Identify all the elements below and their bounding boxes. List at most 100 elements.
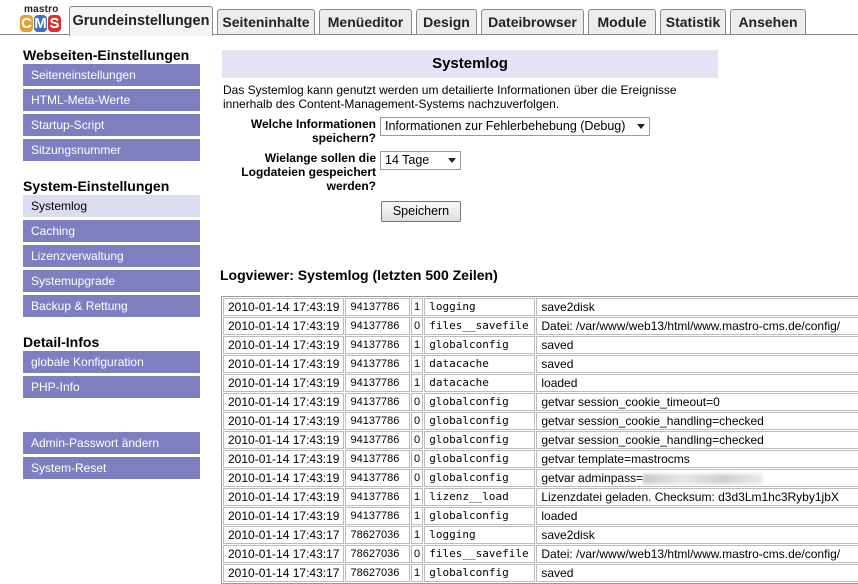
sidebar-item-systemlog[interactable]: Systemlog — [23, 195, 200, 217]
log-module: globalconfig — [424, 564, 536, 582]
log-pid: 78627036 — [345, 545, 410, 563]
log-module: files__savefile — [424, 545, 536, 563]
log-time: 2010-01-14 17:43:19 — [223, 431, 345, 449]
sidebar-item-system-reset[interactable]: System-Reset — [23, 457, 200, 479]
log-module: globalconfig — [424, 450, 536, 468]
sidebar-item-startup-script[interactable]: Startup-Script — [23, 114, 200, 136]
log-pid-text: 94137786 — [350, 491, 400, 503]
sidebar-item-backup-rettung[interactable]: Backup & Rettung — [23, 295, 200, 317]
log-time: 2010-01-14 17:43:19 — [223, 450, 345, 468]
log-message: save2disk — [536, 526, 858, 544]
mastro-cms-logo: mastro C M S — [20, 4, 68, 34]
chevron-down-icon — [637, 124, 645, 129]
log-time: 2010-01-14 17:43:19 — [223, 469, 345, 487]
log-level-text: 0 — [413, 472, 421, 484]
sidebar-item-html-meta-werte[interactable]: HTML-Meta-Werte — [23, 89, 200, 111]
log-message-text: saved — [541, 357, 574, 371]
log-time-text: 2010-01-14 17:43:19 — [228, 376, 340, 390]
log-level: 1 — [410, 526, 424, 544]
tab-module[interactable]: Module — [588, 9, 656, 34]
log-level-text: 0 — [413, 453, 421, 465]
sidebar-heading-webseiten: Webseiten-Einstellungen — [23, 47, 190, 63]
tab-design[interactable]: Design — [416, 9, 477, 34]
log-time: 2010-01-14 17:43:19 — [223, 336, 345, 354]
tab-dateibrowser[interactable]: Dateibrowser — [481, 9, 584, 34]
log-module-text: files__savefile — [429, 547, 529, 560]
sidebar-item-sitzungsnummer[interactable]: Sitzungsnummer — [23, 139, 200, 161]
info-level-select[interactable]: Informationen zur Fehlerbehebung (Debug) — [380, 117, 650, 136]
log-message-text: getvar template=mastrocms — [541, 452, 690, 466]
sidebar-item-admin-passwort[interactable]: Admin-Passwort ändern — [23, 432, 200, 454]
table-row: 2010-01-14 17:43:19 94137786 0 globalconfig… — [223, 393, 858, 411]
logo-letter-m: M — [34, 15, 47, 32]
log-time: 2010-01-14 17:43:19 — [223, 298, 345, 316]
table-row: 2010-01-14 17:43:19 94137786 0 files__savef… — [223, 317, 858, 335]
log-message: getvar adminpass= — [536, 469, 858, 487]
log-level-text: 1 — [413, 301, 421, 313]
page-title: Systemlog — [222, 50, 718, 78]
log-module-text: files__savefile — [429, 319, 529, 332]
log-pid: 94137786 — [345, 450, 410, 468]
table-row: 2010-01-14 17:43:19 94137786 0 globalconfig… — [223, 450, 858, 468]
log-level: 0 — [410, 393, 424, 411]
log-message: Datei: /var/www/web13/html/www.mastro-cm… — [536, 317, 858, 335]
log-time-text: 2010-01-14 17:43:19 — [228, 414, 340, 428]
log-level-text: 1 — [413, 529, 421, 541]
log-pid: 78627036 — [345, 564, 410, 582]
log-message: loaded — [536, 374, 858, 392]
table-row: 2010-01-14 17:43:19 94137786 0 globalconfig… — [223, 412, 858, 430]
log-pid-text: 94137786 — [350, 434, 400, 446]
log-pid-text: 78627036 — [350, 567, 400, 579]
log-message-text: getvar adminpass= — [541, 471, 644, 485]
log-time-text: 2010-01-14 17:43:19 — [228, 319, 340, 333]
sidebar-item-globale-konfiguration[interactable]: globale Konfiguration — [23, 351, 200, 373]
log-pid: 94137786 — [345, 355, 410, 373]
log-module-text: globalconfig — [429, 395, 509, 408]
log-pid-text: 94137786 — [350, 510, 400, 522]
log-time: 2010-01-14 17:43:19 — [223, 317, 345, 335]
table-row: 2010-01-14 17:43:17 78627036 0 files__savef… — [223, 545, 858, 563]
log-level: 1 — [410, 298, 424, 316]
log-level-text: 0 — [413, 434, 421, 446]
log-message: saved — [536, 355, 858, 373]
log-module: globalconfig — [424, 507, 536, 525]
sidebar-item-systemupgrade[interactable]: Systemupgrade — [23, 270, 200, 292]
log-time: 2010-01-14 17:43:19 — [223, 355, 345, 373]
retention-value: 14 Tage — [385, 153, 430, 167]
sidebar-heading-system: System-Einstellungen — [23, 178, 170, 194]
log-pid-text: 94137786 — [350, 453, 400, 465]
info-level-value: Informationen zur Fehlerbehebung (Debug) — [385, 119, 626, 133]
save-button[interactable]: Speichern — [381, 201, 461, 222]
log-level-text: 0 — [413, 396, 421, 408]
log-module: globalconfig — [424, 336, 536, 354]
chevron-down-icon — [448, 158, 456, 163]
tab-statistik[interactable]: Statistik — [660, 9, 726, 34]
log-level: 0 — [410, 450, 424, 468]
tab-menueditor[interactable]: Menüeditor — [319, 9, 412, 34]
log-level: 1 — [410, 355, 424, 373]
log-pid-text: 94137786 — [350, 320, 400, 332]
log-pid-text: 94137786 — [350, 377, 400, 389]
log-level-text: 0 — [413, 320, 421, 332]
log-message: getvar template=mastrocms — [536, 450, 858, 468]
log-module: files__savefile — [424, 317, 536, 335]
sidebar-item-php-info[interactable]: PHP-Info — [23, 376, 200, 398]
sidebar-item-lizenzverwaltung[interactable]: Lizenzverwaltung — [23, 245, 200, 267]
log-pid-text: 78627036 — [350, 548, 400, 560]
log-time-text: 2010-01-14 17:43:19 — [228, 433, 340, 447]
sidebar-item-caching[interactable]: Caching — [23, 220, 200, 242]
log-pid: 94137786 — [345, 469, 410, 487]
log-pid: 78627036 — [345, 526, 410, 544]
log-message: loaded — [536, 507, 858, 525]
retention-select[interactable]: 14 Tage — [380, 151, 461, 170]
table-row: 2010-01-14 17:43:19 94137786 1 datacache loa… — [223, 374, 858, 392]
log-level-text: 1 — [413, 567, 421, 579]
table-row: 2010-01-14 17:43:19 94137786 0 globalconfig… — [223, 431, 858, 449]
tab-ansehen[interactable]: Ansehen — [730, 9, 806, 34]
sidebar: Webseiten-Einstellungen Seiteneinstellun… — [0, 36, 210, 555]
log-message-text: saved — [541, 566, 574, 580]
tab-seiteninhalte[interactable]: Seiteninhalte — [217, 9, 315, 34]
tab-grundeinstellungen[interactable]: Grundeinstellungen — [69, 6, 213, 36]
table-row: 2010-01-14 17:43:17 78627036 1 globalconfig… — [223, 564, 858, 582]
sidebar-item-seiteneinstellungen[interactable]: Seiteneinstellungen — [23, 64, 200, 86]
